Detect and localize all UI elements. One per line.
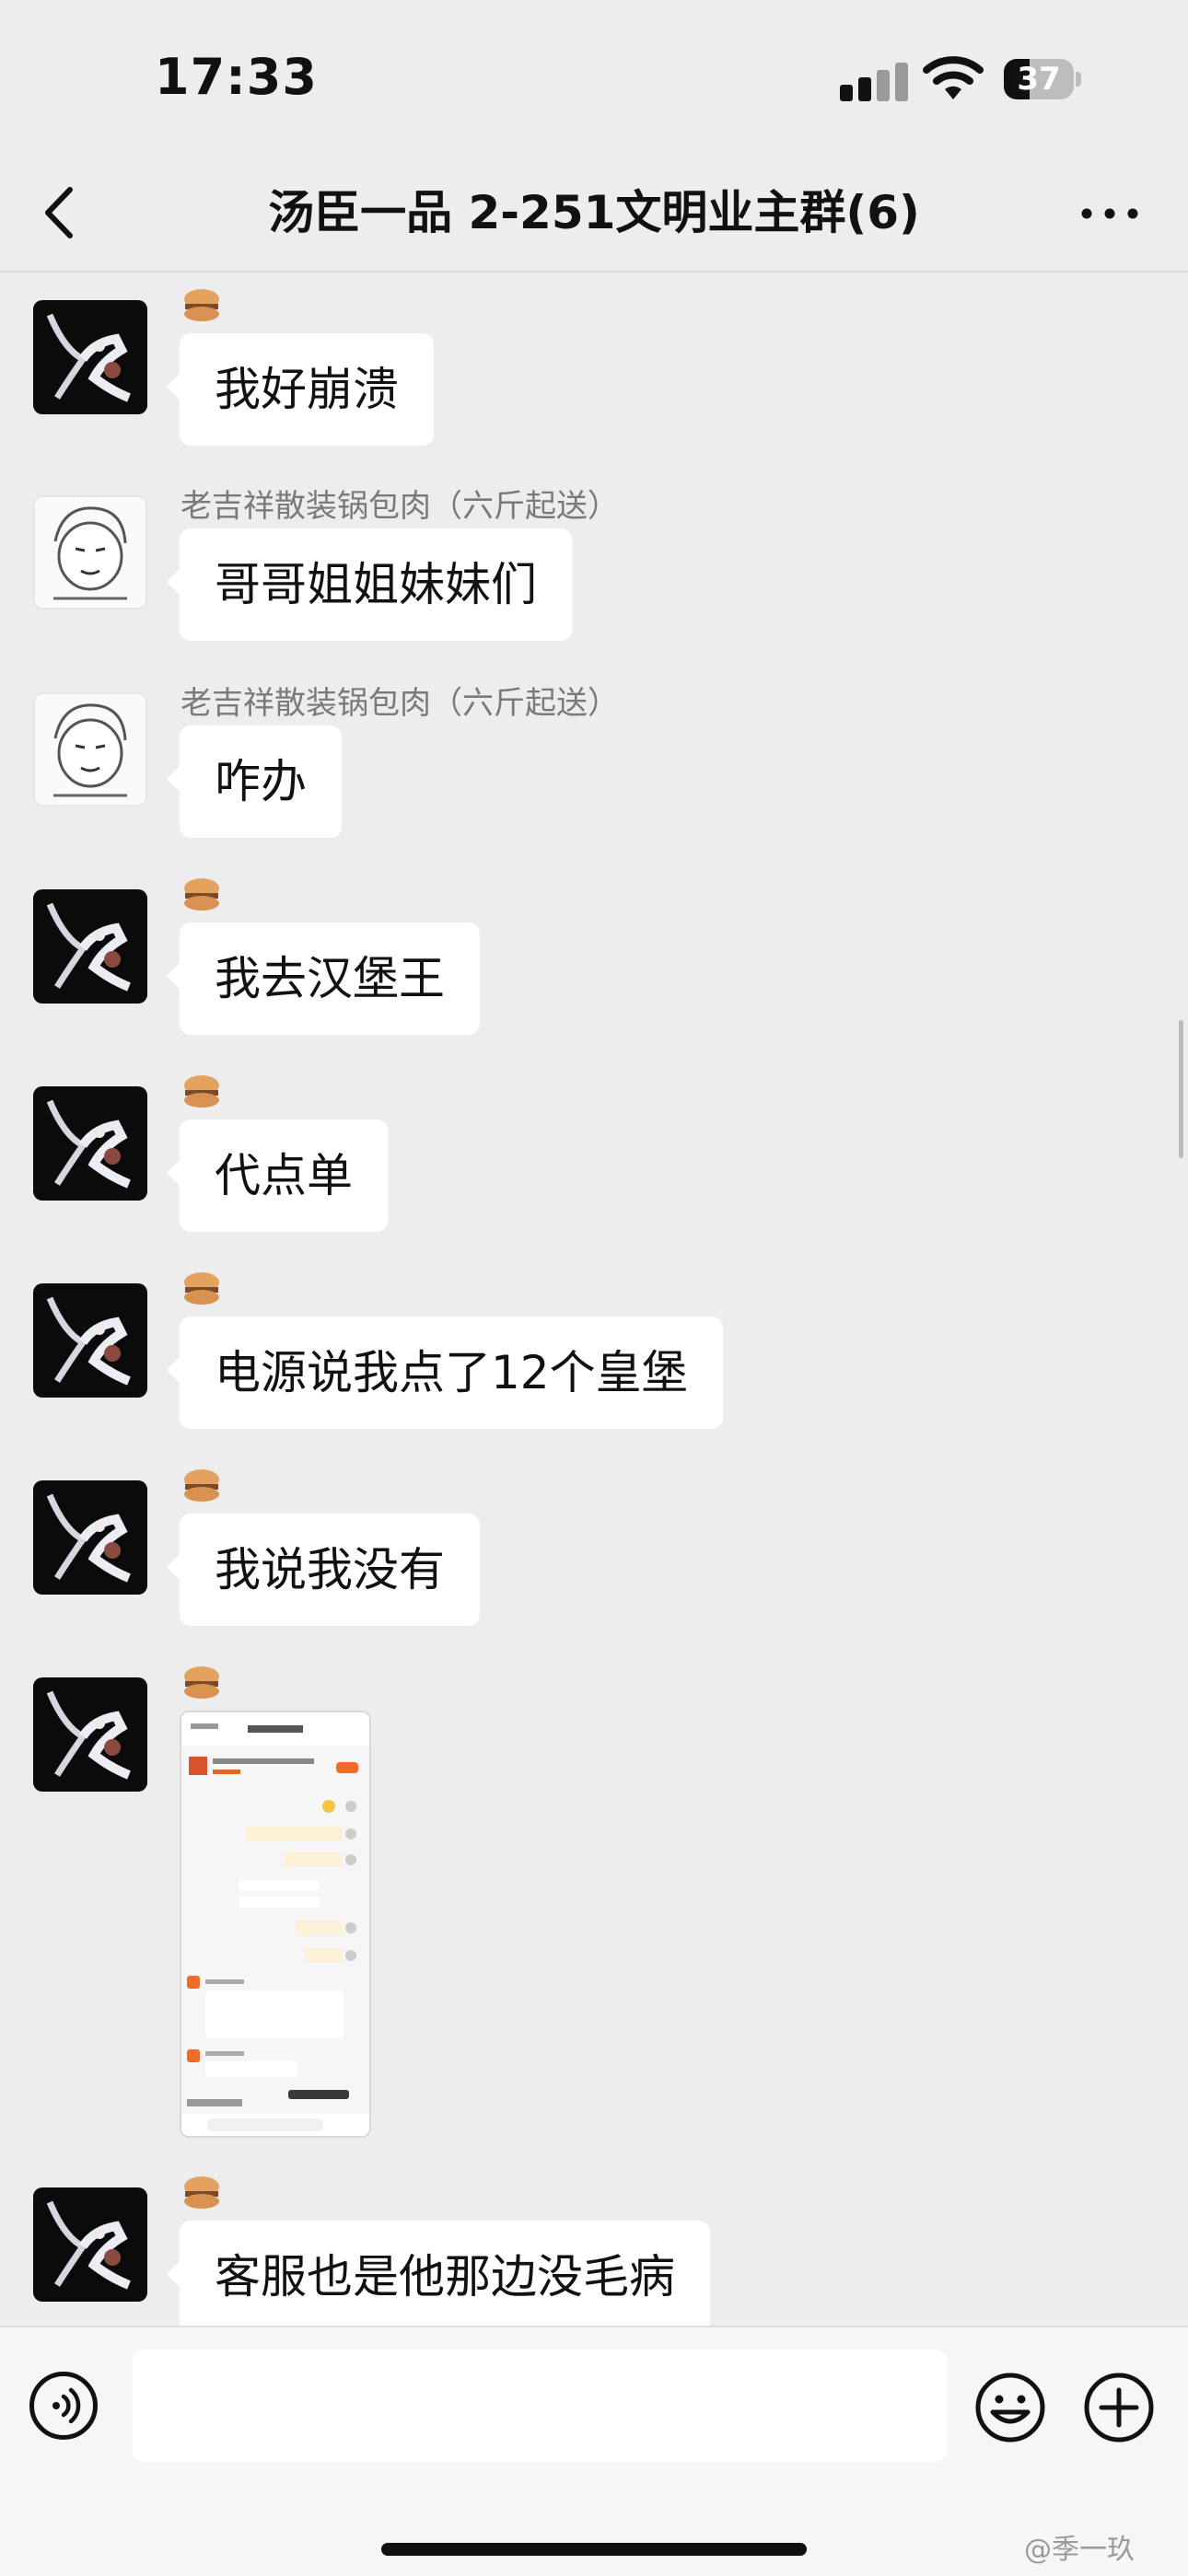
voice-button[interactable] [29,2372,98,2440]
message-bubble[interactable]: 我说我没有 [167,1514,480,1626]
message-bubble[interactable]: 我去汉堡王 [167,922,480,1035]
chat-message-list[interactable]: 我好崩溃 老吉祥散装锅包肉（六斤起送） 哥哥姐姐妹妹们 老吉祥散装锅包肉（六斤起… [0,273,1188,2326]
avatar[interactable] [33,495,147,609]
cellular-signal-icon [840,61,914,101]
avatar[interactable] [33,1283,147,1398]
avatar[interactable] [33,1480,147,1595]
message-bubble[interactable]: 代点单 [167,1120,388,1232]
burger-sticker-icon [184,1469,219,1502]
message-bubble[interactable]: 电源说我点了12个皇堡 [167,1317,723,1429]
burger-sticker-icon [184,1666,219,1699]
more-dots-icon[interactable] [1077,197,1142,230]
battery-level: 37 [1017,61,1061,98]
burger-sticker-icon [184,1075,219,1108]
plus-circle-icon[interactable] [1083,2372,1155,2443]
scroll-indicator[interactable] [1179,1020,1183,1158]
message-bubble[interactable]: 我好崩溃 [167,333,434,446]
nav-bar: 汤臣一品 2-251文明业主群(6) [0,157,1188,273]
burger-sticker-icon [184,1272,219,1305]
burger-sticker-icon [184,2176,219,2209]
image-message[interactable] [180,1711,371,2138]
back-chevron-icon[interactable] [37,180,83,245]
input-bar [0,2326,1188,2576]
avatar[interactable] [33,2187,147,2302]
status-time: 17:33 [155,48,318,106]
watermark: @季一玖 [1024,2534,1135,2566]
status-bar: 17:33 37 [0,0,1188,157]
wifi-icon [923,56,984,99]
avatar[interactable] [33,1086,147,1201]
avatar[interactable] [33,889,147,1004]
avatar[interactable] [33,1677,147,1792]
avatar[interactable] [33,300,147,414]
emoji-icon[interactable] [974,2372,1046,2443]
burger-sticker-icon [184,878,219,911]
home-indicator[interactable] [381,2543,807,2556]
sender-nickname: 老吉祥散装锅包肉（六斤起送） [181,685,619,722]
message-input[interactable] [133,2350,947,2462]
burger-sticker-icon [184,289,219,321]
chat-title[interactable]: 汤臣一品 2-251文明业主群(6) [147,180,1041,245]
message-bubble[interactable]: 客服也是他那边没毛病 [167,2221,710,2326]
voice-icon [52,2387,81,2424]
battery-icon: 37 [1004,59,1081,99]
message-bubble[interactable]: 哥哥姐姐妹妹们 [167,528,572,641]
avatar[interactable] [33,692,147,806]
message-bubble[interactable]: 咋办 [167,725,342,838]
sender-nickname: 老吉祥散装锅包肉（六斤起送） [181,488,619,525]
